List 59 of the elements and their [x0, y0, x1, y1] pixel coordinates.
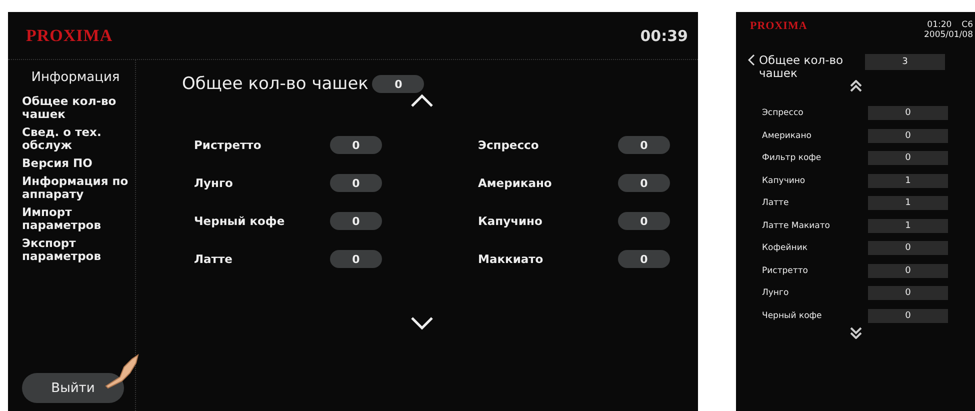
drink-count: 1	[868, 196, 948, 210]
drink-name: Фильтр кофе	[762, 153, 822, 164]
back-icon[interactable]	[748, 54, 755, 66]
drink-name: Лунго	[194, 176, 233, 190]
drink-name: Кофейник	[762, 243, 808, 254]
total-cups-label: Общее кол-во чашек	[182, 74, 368, 94]
drink-count: 0	[330, 136, 382, 154]
drink-name: Ристретто	[194, 138, 262, 152]
drink-name: Латте	[194, 252, 232, 266]
drink-count: 0	[330, 212, 382, 230]
total-cups-label: Общее кол-во чашек	[759, 54, 844, 80]
drink-name: Американо	[478, 176, 552, 190]
drink-count: 0	[868, 151, 948, 166]
sidebar-item[interactable]: Свед. о тех. обслуж	[22, 126, 129, 152]
exit-button[interactable]: Выйти	[22, 373, 124, 403]
total-cups-value: 0	[372, 75, 424, 93]
date: 2005/01/08	[924, 30, 973, 40]
sidebar-item[interactable]: Импорт параметров	[22, 206, 129, 232]
drink-count: 0	[868, 286, 948, 300]
drink-count: 0	[618, 250, 670, 268]
drink-name: Капучино	[478, 214, 542, 228]
drink-count: 1	[868, 174, 948, 188]
sidebar-title: Информация	[30, 70, 121, 85]
drink-count: 0	[330, 250, 382, 268]
drink-count: 0	[618, 174, 670, 192]
drink-count: 0	[618, 212, 670, 230]
drink-name: Латте	[762, 198, 790, 208]
double-chevron-up-icon[interactable]	[849, 80, 863, 92]
drink-name: Ристретто	[762, 266, 810, 276]
sidebar-item[interactable]: Экспорт параметров	[22, 237, 129, 263]
time: 00:39	[640, 26, 688, 44]
drink-name: Маккиато	[478, 252, 544, 266]
drink-name: Лунго	[762, 288, 790, 298]
drink-count: 0	[868, 106, 948, 120]
drink-name: Эспрессо	[762, 108, 804, 118]
logo: PROXIMA	[26, 26, 113, 46]
drink-name: Латте Макиато	[762, 220, 831, 231]
drink-name: Американо	[762, 130, 812, 141]
drink-name: Эспрессо	[478, 138, 539, 152]
drink-count: 0	[330, 174, 382, 192]
drink-name: Черный кофе	[762, 310, 823, 321]
time: 01:20	[927, 20, 952, 30]
sidebar-item[interactable]: Версия ПО	[22, 157, 129, 170]
total-cups-value: 3	[865, 54, 945, 70]
double-chevron-down-icon[interactable]	[849, 327, 863, 339]
drink-count: 0	[868, 128, 948, 143]
sidebar-item[interactable]: Общее кол-во чашек	[22, 95, 129, 121]
drink-count: 1	[868, 218, 948, 233]
drink-count: 0	[868, 241, 948, 256]
drink-count: 0	[618, 136, 670, 154]
drink-count: 0	[868, 264, 948, 278]
logo: PROXIMA	[750, 20, 808, 34]
sidebar-item[interactable]: Информация по аппарату	[22, 175, 129, 201]
drink-count: 0	[868, 308, 948, 323]
chevron-up-icon[interactable]	[410, 94, 434, 108]
chevron-down-icon[interactable]	[410, 316, 434, 330]
drink-name: Капучино	[762, 176, 806, 186]
machine-code: C6	[962, 20, 973, 30]
drink-name: Черный кофе	[194, 214, 285, 228]
